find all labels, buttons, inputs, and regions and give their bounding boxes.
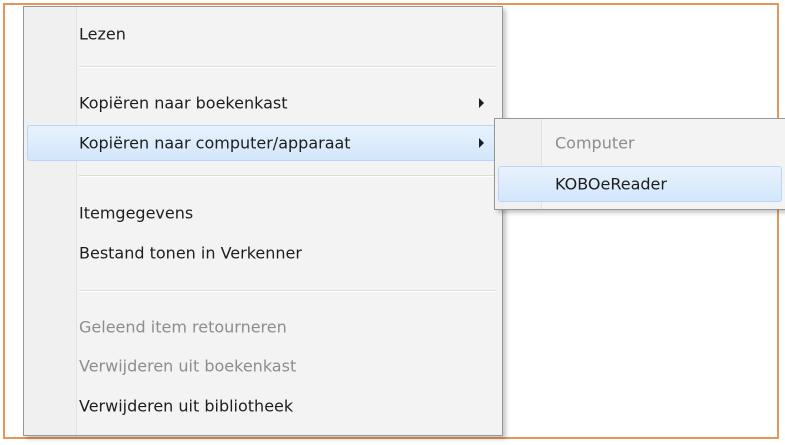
submenu-arrow-icon (479, 98, 484, 108)
submenu: Computer KOBOeReader (494, 118, 785, 210)
menu-item-copy-to-computer-device[interactable]: Kopiëren naar computer/apparaat (27, 125, 499, 161)
menu-item-return-borrowed: Geleend item retourneren (27, 309, 499, 345)
submenu-item-computer: Computer (498, 125, 782, 161)
menu-item-remove-from-library[interactable]: Verwijderen uit bibliotheek (27, 388, 499, 424)
menu-separator (79, 175, 496, 177)
submenu-item-label: Computer (555, 133, 635, 153)
menu-item-label: Lezen (79, 24, 126, 44)
menu-separator (79, 290, 496, 292)
menu-item-label: Verwijderen uit boekenkast (79, 356, 297, 376)
context-menu: Lezen Kopiëren naar boekenkast Kopiëren … (23, 6, 503, 436)
menu-item-label: Itemgegevens (79, 203, 194, 223)
menu-item-label: Kopiëren naar boekenkast (79, 93, 288, 113)
menu-item-read[interactable]: Lezen (27, 16, 499, 52)
menu-item-copy-to-bookshelf[interactable]: Kopiëren naar boekenkast (27, 85, 499, 121)
submenu-item-kobo-ereader[interactable]: KOBOeReader (498, 166, 782, 202)
menu-item-label: Geleend item retourneren (79, 317, 287, 337)
menu-separator (79, 66, 496, 68)
menu-item-item-details[interactable]: Itemgegevens (27, 195, 499, 231)
submenu-arrow-icon (479, 138, 484, 148)
menu-item-label: Bestand tonen in Verkenner (79, 243, 302, 263)
menu-item-show-in-explorer[interactable]: Bestand tonen in Verkenner (27, 235, 499, 271)
submenu-item-label: KOBOeReader (555, 174, 667, 194)
menu-item-label: Verwijderen uit bibliotheek (79, 396, 294, 416)
menu-item-remove-from-bookshelf: Verwijderen uit boekenkast (27, 348, 499, 384)
menu-item-label: Kopiëren naar computer/apparaat (79, 133, 351, 153)
